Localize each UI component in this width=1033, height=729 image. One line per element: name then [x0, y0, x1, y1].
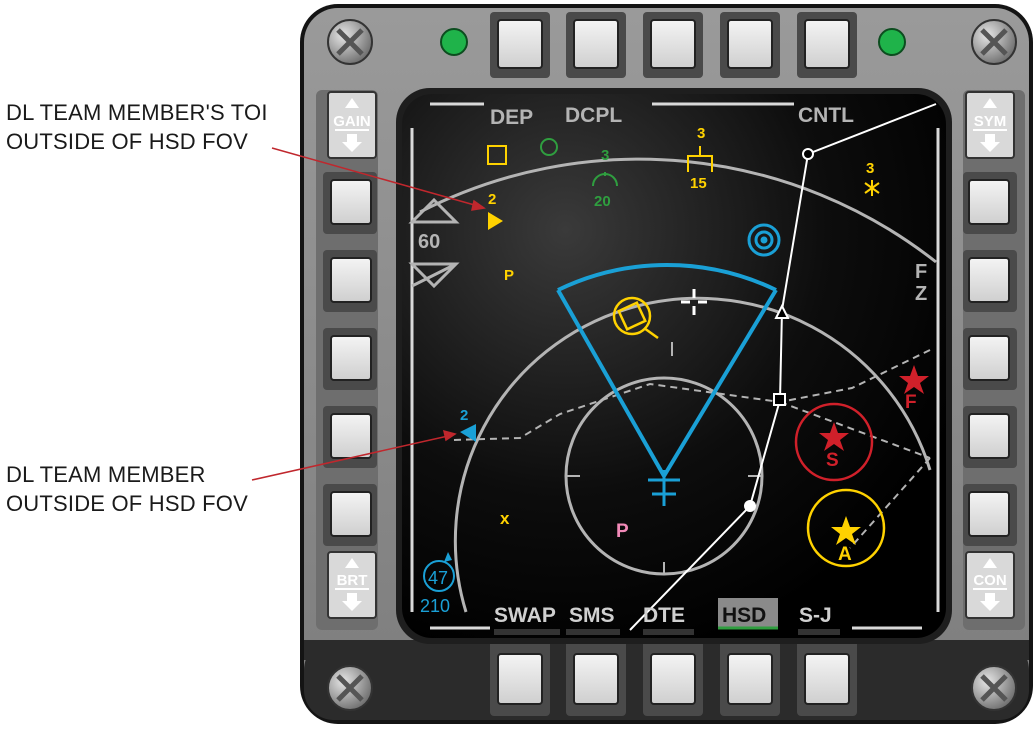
yellow-p-marker: P — [504, 267, 514, 284]
osb-right-4[interactable] — [963, 406, 1017, 468]
annotation-member-line1: DL TEAM MEMBER — [6, 462, 206, 487]
osb-right-3[interactable] — [963, 328, 1017, 390]
osb-bottom-2[interactable] — [566, 640, 626, 716]
screw-bottom-left — [327, 665, 373, 711]
osb-left-5[interactable] — [323, 484, 377, 546]
osb-top-5[interactable] — [797, 12, 857, 78]
dcpl-label[interactable]: DCPL — [565, 104, 622, 127]
star-track-number: 3 — [866, 160, 874, 177]
brt-label: BRT — [337, 572, 368, 589]
annotation-member: DL TEAM MEMBER OUTSIDE OF HSD FOV — [6, 460, 248, 518]
toi-marker-number: 2 — [488, 191, 496, 208]
con-rocker[interactable]: CON — [965, 551, 1015, 619]
member-marker-number: 2 — [460, 407, 468, 424]
brt-rocker[interactable]: BRT — [327, 551, 377, 619]
osb-left-1[interactable] — [323, 172, 377, 234]
pink-p-marker: P — [616, 521, 629, 542]
threat-f-label: F — [905, 392, 917, 413]
sym-label: SYM — [974, 113, 1007, 130]
osb-top-2[interactable] — [566, 12, 626, 78]
annotation-toi-line1: DL TEAM MEMBER'S TOI — [6, 100, 268, 125]
range-scale: 60 — [418, 231, 440, 253]
hsd-label[interactable]: HSD — [722, 604, 766, 627]
threat-a-label: A — [838, 544, 852, 565]
status-light-left — [440, 28, 468, 56]
screw-bottom-right — [971, 665, 1017, 711]
screw-top-left — [327, 19, 373, 65]
cntl-label[interactable]: CNTL — [798, 104, 854, 127]
fz-label-f[interactable]: F — [915, 261, 927, 283]
annotation-toi-line2: OUTSIDE OF HSD FOV — [6, 129, 248, 154]
con-label: CON — [973, 572, 1006, 589]
osb-bottom-1[interactable] — [490, 640, 550, 716]
osb-top-4[interactable] — [720, 12, 780, 78]
osb-right-1[interactable] — [963, 172, 1017, 234]
ownship-altitude: 210 — [420, 596, 450, 616]
osb-left-3[interactable] — [323, 328, 377, 390]
fz-label-z[interactable]: Z — [915, 283, 927, 305]
dep-label[interactable]: DEP — [490, 106, 533, 129]
s-j-label[interactable]: S-J — [799, 604, 832, 627]
status-light-right — [878, 28, 906, 56]
osb-right-2[interactable] — [963, 250, 1017, 312]
steerpoint-square — [773, 393, 786, 406]
osb-right-5[interactable] — [963, 484, 1017, 546]
screw-top-right — [971, 19, 1017, 65]
ownship-heading: 47 — [428, 568, 448, 588]
yellow-track-value: 15 — [690, 175, 707, 192]
steerpoint-circle — [802, 148, 814, 160]
steerpoint-current — [744, 500, 756, 512]
gain-label: GAIN — [333, 113, 371, 130]
osb-bottom-3[interactable] — [643, 640, 703, 716]
osb-left-2[interactable] — [323, 250, 377, 312]
osb-bottom-4[interactable] — [720, 640, 780, 716]
x-marker: x — [500, 509, 510, 528]
sms-label[interactable]: SMS — [569, 604, 615, 627]
green-track-value: 20 — [594, 193, 611, 210]
swap-label[interactable]: SWAP — [494, 604, 556, 627]
gain-rocker[interactable]: GAIN — [327, 91, 377, 159]
yellow-track-number: 3 — [697, 125, 705, 142]
annotation-member-line2: OUTSIDE OF HSD FOV — [6, 491, 248, 516]
dte-label[interactable]: DTE — [643, 604, 685, 627]
green-track-number: 3 — [601, 147, 609, 164]
threat-s-label: S — [826, 450, 839, 471]
osb-top-1[interactable] — [490, 12, 550, 78]
osb-top-3[interactable] — [643, 12, 703, 78]
osb-bottom-5[interactable] — [797, 640, 857, 716]
sym-rocker[interactable]: SYM — [965, 91, 1015, 159]
annotation-toi: DL TEAM MEMBER'S TOI OUTSIDE OF HSD FOV — [6, 98, 268, 156]
